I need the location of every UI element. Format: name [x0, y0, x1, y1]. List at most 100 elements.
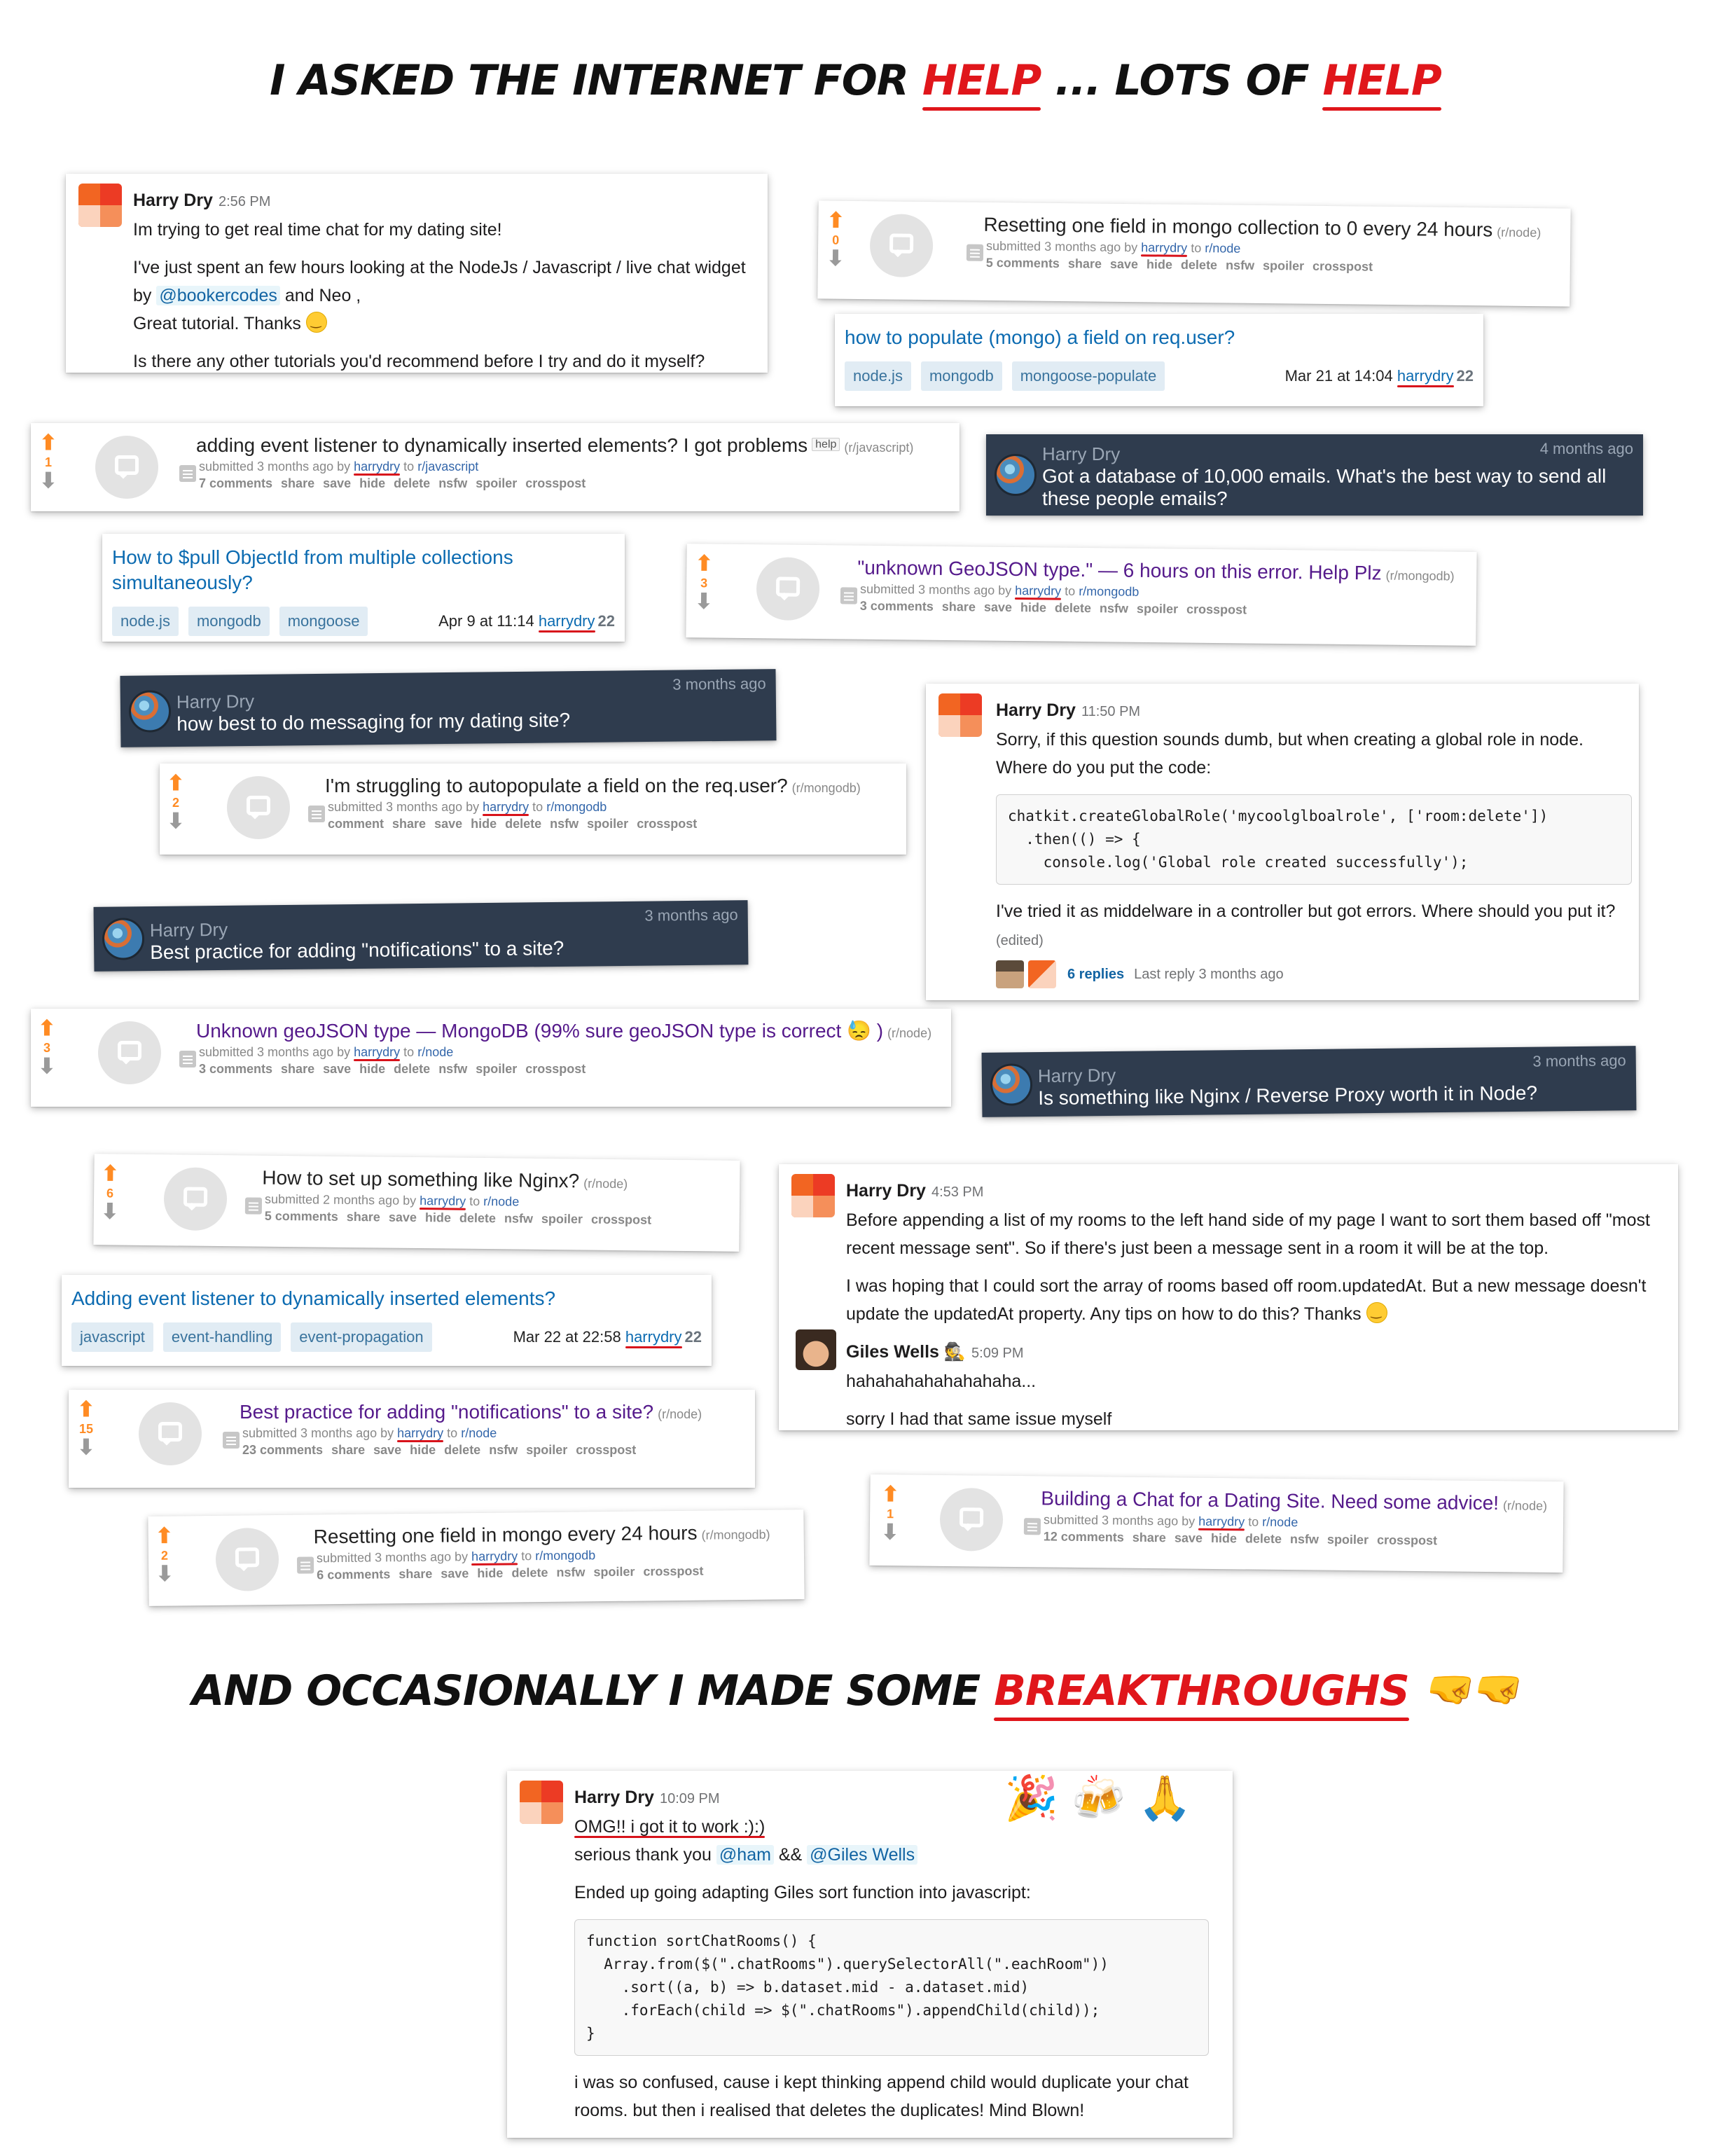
downvote-arrow-icon[interactable]: ⬇ — [165, 811, 186, 832]
author-name[interactable]: Harry Dry — [574, 1788, 654, 1807]
save-link[interactable]: save — [1175, 1530, 1203, 1545]
share-link[interactable]: share — [331, 1443, 365, 1457]
nsfw-link[interactable]: nsfw — [556, 1565, 585, 1579]
nsfw-link[interactable]: nsfw — [550, 817, 579, 831]
tag[interactable]: mongoose — [279, 607, 368, 636]
subreddit-link[interactable]: r/node — [1205, 241, 1240, 256]
post-title[interactable]: I'm struggling to autopopulate a field o… — [325, 775, 788, 796]
user-link[interactable]: harrydry — [354, 459, 400, 474]
user-link[interactable]: harrydry — [1198, 1514, 1245, 1529]
post-title[interactable]: "unknown GeoJSON type." — 6 hours on thi… — [857, 557, 1382, 584]
comments-link[interactable]: 12 comments — [1044, 1529, 1124, 1544]
upvote-arrow-icon[interactable]: ⬆ — [825, 209, 846, 233]
hide-link[interactable]: hide — [410, 1443, 436, 1457]
nsfw-link[interactable]: nsfw — [438, 476, 467, 490]
post-domain[interactable]: (r/mongodb) — [792, 781, 861, 795]
upvote-arrow-icon[interactable]: ⬆ — [693, 552, 714, 575]
expando-icon[interactable] — [840, 587, 858, 604]
crosspost-link[interactable]: crosspost — [525, 1062, 586, 1076]
save-link[interactable]: save — [323, 476, 351, 490]
tag[interactable]: mongoose-populate — [1011, 361, 1165, 391]
hide-link[interactable]: hide — [471, 817, 497, 831]
save-link[interactable]: save — [434, 817, 462, 831]
tag[interactable]: mongodb — [920, 361, 1002, 391]
crosspost-link[interactable]: crosspost — [1186, 602, 1247, 617]
self-post-thumbnail-icon[interactable] — [163, 1167, 228, 1231]
subreddit-link[interactable]: r/node — [417, 1045, 453, 1059]
share-link[interactable]: share — [347, 1210, 380, 1224]
subreddit-link[interactable]: r/node — [461, 1426, 497, 1440]
self-post-thumbnail-icon[interactable] — [215, 1527, 279, 1591]
spoiler-link[interactable]: spoiler — [1137, 602, 1178, 616]
upvote-arrow-icon[interactable]: ⬆ — [165, 773, 186, 794]
mention-link[interactable]: @ham — [716, 1845, 774, 1865]
expando-icon[interactable] — [966, 244, 984, 261]
share-link[interactable]: share — [281, 476, 314, 490]
delete-link[interactable]: delete — [1181, 258, 1217, 272]
expando-icon[interactable] — [296, 1556, 314, 1574]
save-link[interactable]: save — [1110, 257, 1138, 271]
delete-link[interactable]: delete — [505, 817, 541, 831]
delete-link[interactable]: delete — [444, 1443, 480, 1457]
post-title[interactable]: How to set up something like Nginx? — [262, 1167, 579, 1192]
comments-link[interactable]: 5 comments — [986, 256, 1060, 270]
comments-link[interactable]: comment — [328, 817, 384, 831]
spoiler-link[interactable]: spoiler — [1327, 1533, 1369, 1547]
post-domain[interactable]: (r/node) — [887, 1026, 931, 1040]
downvote-arrow-icon[interactable]: ⬇ — [99, 1200, 120, 1223]
tag[interactable]: node.js — [845, 361, 911, 391]
subreddit-link[interactable]: r/mongodb — [546, 800, 607, 814]
post-domain[interactable]: (r/javascript) — [844, 441, 913, 455]
self-post-thumbnail-icon[interactable] — [95, 436, 158, 499]
upvote-arrow-icon[interactable]: ⬆ — [38, 433, 59, 454]
downvote-arrow-icon[interactable]: ⬇ — [38, 471, 59, 492]
expando-icon[interactable] — [179, 465, 196, 482]
tag[interactable]: node.js — [112, 607, 179, 636]
self-post-thumbnail-icon[interactable] — [139, 1402, 202, 1465]
post-domain[interactable]: (r/node) — [1503, 1498, 1547, 1513]
self-post-thumbnail-icon[interactable] — [939, 1487, 1004, 1552]
mention-link[interactable]: @bookercodes — [156, 286, 280, 305]
hide-link[interactable]: hide — [359, 1062, 385, 1076]
crosspost-link[interactable]: crosspost — [637, 817, 697, 831]
user-link[interactable]: harrydry — [420, 1194, 466, 1208]
spoiler-link[interactable]: spoiler — [541, 1212, 583, 1226]
upvote-arrow-icon[interactable]: ⬆ — [154, 1525, 175, 1548]
post-title[interactable]: adding event listener to dynamically ins… — [196, 434, 808, 456]
spoiler-link[interactable]: spoiler — [587, 817, 628, 831]
downvote-arrow-icon[interactable]: ⬇ — [825, 247, 846, 270]
upvote-arrow-icon[interactable]: ⬆ — [880, 1483, 901, 1506]
save-link[interactable]: save — [323, 1062, 351, 1076]
thread-replies[interactable]: 6 replies Last reply 3 months ago — [996, 960, 1623, 988]
subreddit-link[interactable]: r/node — [483, 1194, 519, 1209]
crosspost-link[interactable]: crosspost — [1312, 259, 1373, 274]
save-link[interactable]: save — [389, 1210, 417, 1224]
expando-icon[interactable] — [179, 1051, 196, 1067]
spoiler-link[interactable]: spoiler — [593, 1565, 635, 1580]
downvote-arrow-icon[interactable]: ⬇ — [693, 590, 714, 613]
post-title[interactable]: Building a Chat for a Dating Site. Need … — [1041, 1487, 1499, 1514]
delete-link[interactable]: delete — [511, 1566, 548, 1580]
post-title[interactable]: Best practice for adding "notifications"… — [240, 1401, 653, 1423]
author-name[interactable]: Harry Dry — [133, 191, 213, 210]
share-link[interactable]: share — [942, 600, 976, 614]
delete-link[interactable]: delete — [1055, 601, 1091, 616]
save-link[interactable]: save — [441, 1566, 469, 1580]
subreddit-link[interactable]: r/mongodb — [535, 1548, 595, 1563]
user-link[interactable]: harrydry — [471, 1549, 518, 1563]
nsfw-link[interactable]: nsfw — [1226, 258, 1254, 272]
comments-link[interactable]: 23 comments — [242, 1443, 323, 1457]
crosspost-link[interactable]: crosspost — [591, 1212, 651, 1227]
question-title[interactable]: how to populate (mongo) a field on req.u… — [845, 325, 1474, 350]
post-domain[interactable]: (r/node) — [583, 1176, 628, 1191]
comments-link[interactable]: 5 comments — [265, 1209, 338, 1224]
expando-icon[interactable] — [244, 1197, 263, 1215]
delete-link[interactable]: delete — [459, 1211, 496, 1226]
share-link[interactable]: share — [281, 1062, 314, 1076]
expando-icon[interactable] — [223, 1432, 240, 1449]
author-name[interactable]: Harry Dry — [996, 700, 1076, 720]
crosspost-link[interactable]: crosspost — [525, 476, 586, 490]
hide-link[interactable]: hide — [359, 476, 385, 490]
crosspost-link[interactable]: crosspost — [643, 1564, 703, 1579]
user-link[interactable]: harrydry — [1397, 367, 1454, 385]
